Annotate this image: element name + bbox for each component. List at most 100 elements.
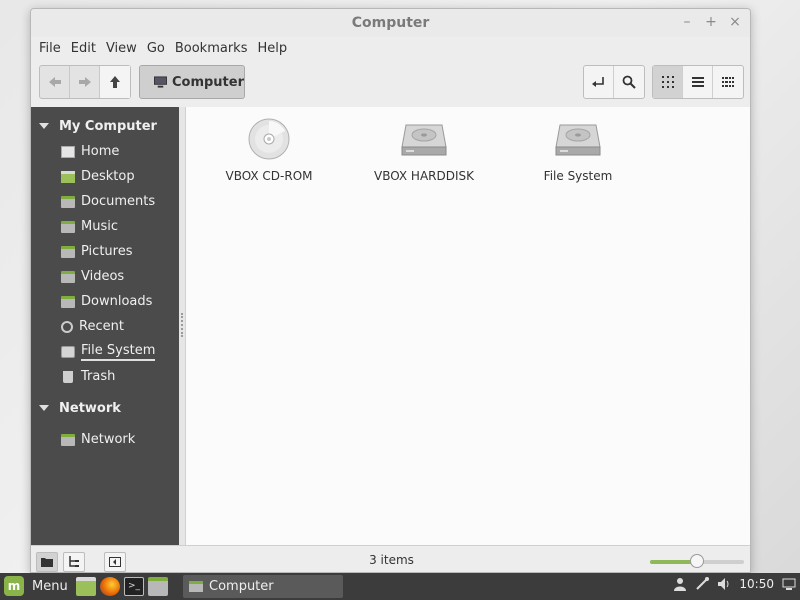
folder-icon	[61, 245, 75, 258]
file-item-vbox-cdrom[interactable]: VBOX CD-ROM	[204, 117, 334, 183]
sidebar-item-label: Downloads	[81, 294, 153, 309]
sidebar-item-label: Network	[81, 432, 136, 447]
recent-icon	[61, 320, 73, 333]
sidebar-item-documents[interactable]: Documents	[31, 189, 179, 214]
start-menu-label: Menu	[32, 578, 68, 594]
sidebar-item-pictures[interactable]: Pictures	[31, 239, 179, 264]
compact-icon	[722, 77, 734, 87]
folder-icon	[61, 270, 75, 283]
sidebar-item-desktop[interactable]: Desktop	[31, 164, 179, 189]
sidebar-item-downloads[interactable]: Downloads	[31, 289, 179, 314]
firefox-icon[interactable]	[100, 577, 120, 596]
sidebar-item-trash[interactable]: Trash	[31, 364, 179, 389]
sidebar-item-home[interactable]: Home	[31, 139, 179, 164]
network-icon	[61, 433, 75, 446]
forward-button[interactable]	[70, 66, 100, 98]
zoom-slider-handle[interactable]	[690, 554, 704, 568]
cdrom-icon	[248, 118, 290, 160]
workspace-icon[interactable]	[782, 577, 796, 591]
expander-icon	[39, 405, 49, 411]
search-button[interactable]	[614, 66, 644, 98]
path-button-computer[interactable]: Computer	[139, 65, 245, 99]
file-item-label: File System	[543, 169, 613, 183]
file-item-vbox-harddisk[interactable]: VBOX HARDDISK	[359, 117, 489, 183]
trash-icon	[63, 370, 73, 383]
toolbar: Computer	[31, 59, 750, 107]
sidebar-item-label: Pictures	[81, 244, 133, 259]
sidebar-section-title: My Computer	[59, 118, 157, 134]
files-launcher-icon[interactable]	[148, 577, 168, 596]
folder-icon	[61, 220, 75, 233]
menubar: File Edit View Go Bookmarks Help	[31, 37, 750, 59]
sidebar-item-label: Documents	[81, 194, 156, 209]
system-tray: 10:50	[673, 577, 796, 591]
icon-view-button[interactable]	[653, 66, 683, 98]
harddisk-icon	[401, 124, 447, 156]
navigation-group	[39, 65, 131, 99]
taskbar-window-label: Computer	[209, 579, 274, 594]
window-title: Computer	[351, 15, 430, 31]
folder-icon	[61, 195, 75, 208]
items-count: 3 items	[369, 553, 414, 567]
show-desktop-icon[interactable]	[76, 577, 96, 596]
menu-edit[interactable]: Edit	[69, 41, 102, 56]
sidebar-item-network[interactable]: Network	[31, 427, 179, 452]
arrow-left-icon	[48, 77, 61, 87]
volume-icon[interactable]	[717, 577, 731, 591]
statusbar: 3 items	[31, 545, 750, 572]
start-menu-button[interactable]: m Menu	[4, 576, 68, 596]
desktop-icon	[61, 170, 75, 183]
view-mode-group	[652, 65, 744, 99]
location-entry-icon	[591, 77, 604, 87]
sidebar-section-my-computer[interactable]: My Computer	[31, 113, 179, 139]
sidebar-section-network[interactable]: Network	[31, 395, 179, 421]
computer-icon	[154, 76, 167, 88]
launchers: >_	[76, 577, 168, 596]
drive-icon	[61, 345, 75, 358]
close-button[interactable]: ×	[728, 14, 742, 30]
sidebar-item-music[interactable]: Music	[31, 214, 179, 239]
titlebar[interactable]: Computer – + ×	[31, 9, 750, 37]
file-item-label: VBOX HARDDISK	[373, 169, 475, 183]
menu-view[interactable]: View	[104, 41, 143, 56]
taskbar: m Menu >_ Computer 10:50	[0, 573, 800, 600]
search-icon	[622, 75, 636, 89]
grid-icon	[661, 76, 674, 88]
sidebar-section-title: Network	[59, 400, 121, 416]
list-view-button[interactable]	[683, 66, 713, 98]
zoom-slider[interactable]	[650, 554, 744, 568]
sidebar-item-file-system[interactable]: File System	[31, 339, 179, 364]
network-status-icon[interactable]	[695, 577, 710, 591]
sidebar-item-label: File System	[81, 343, 156, 361]
sidebar-item-videos[interactable]: Videos	[31, 264, 179, 289]
folder-icon	[189, 581, 203, 592]
menu-help[interactable]: Help	[255, 41, 293, 56]
terminal-icon[interactable]: >_	[124, 577, 144, 596]
arrow-up-icon	[110, 76, 120, 88]
up-button[interactable]	[100, 66, 130, 98]
folder-icon	[61, 295, 75, 308]
minimize-button[interactable]: –	[680, 14, 694, 30]
file-item-label: VBOX CD-ROM	[225, 169, 313, 183]
splitter-grip[interactable]	[181, 313, 183, 337]
taskbar-window-computer[interactable]: Computer	[183, 575, 343, 598]
menu-file[interactable]: File	[37, 41, 67, 56]
menu-go[interactable]: Go	[145, 41, 171, 56]
expander-icon	[39, 123, 49, 129]
sidebar: My Computer Home Desktop Documents Music…	[31, 107, 179, 545]
clock[interactable]: 10:50	[739, 577, 774, 591]
file-manager-window: Computer – + × File Edit View Go Bookmar…	[30, 8, 751, 573]
menu-bookmarks[interactable]: Bookmarks	[173, 41, 254, 56]
sidebar-item-label: Videos	[81, 269, 125, 284]
compact-view-button[interactable]	[713, 66, 743, 98]
toggle-location-button[interactable]	[584, 66, 614, 98]
home-icon	[61, 145, 75, 158]
maximize-button[interactable]: +	[704, 14, 718, 30]
sidebar-item-label: Recent	[79, 319, 124, 334]
user-icon[interactable]	[673, 577, 687, 591]
file-item-file-system[interactable]: File System	[513, 117, 643, 183]
back-button[interactable]	[40, 66, 70, 98]
sidebar-item-recent[interactable]: Recent	[31, 314, 179, 339]
sidebar-item-label: Trash	[81, 369, 116, 384]
list-icon	[691, 77, 704, 87]
